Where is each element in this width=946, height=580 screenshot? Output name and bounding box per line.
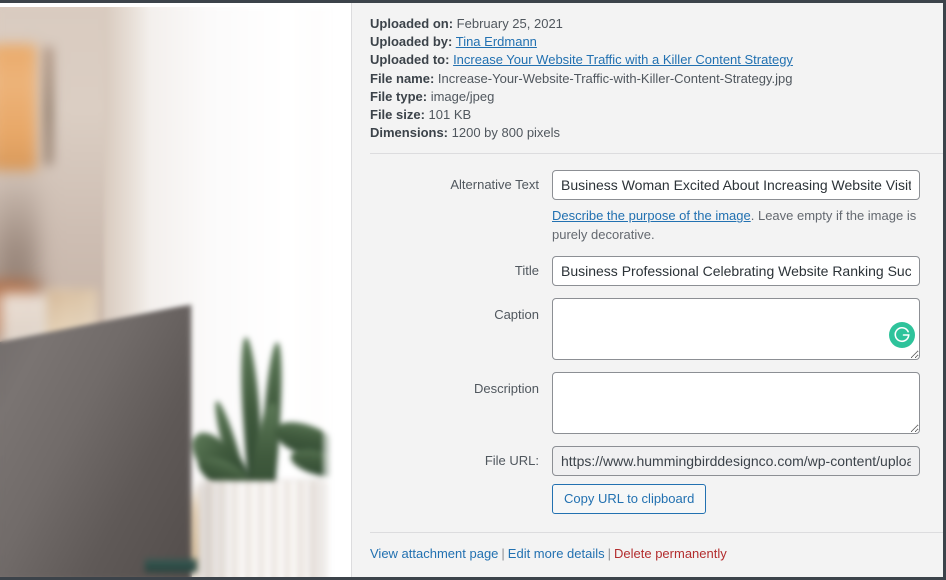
- view-attachment-page-link[interactable]: View attachment page: [370, 546, 498, 561]
- action-separator: |: [501, 546, 505, 562]
- attachment-details-pane: Uploaded on: February 25, 2021 Uploaded …: [352, 3, 943, 577]
- attachment-fields-form: Alternative Text Describe the purpose of…: [370, 170, 931, 515]
- attachment-image: [0, 7, 337, 577]
- meta-label: Uploaded on:: [370, 16, 454, 31]
- meta-row-file-name: File name: Increase-Your-Website-Traffic…: [370, 70, 931, 88]
- alt-text-label: Alternative Text: [450, 177, 539, 193]
- file-url-input[interactable]: [552, 446, 920, 477]
- meta-row-file-type: File type: image/jpeg: [370, 88, 931, 106]
- meta-label: File size:: [370, 107, 425, 123]
- meta-label: File type:: [370, 88, 428, 104]
- meta-row-dimensions: Dimensions: 1200 by 800 pixels: [370, 124, 931, 142]
- edit-more-details-link[interactable]: Edit more details: [508, 546, 605, 561]
- action-separator: |: [607, 546, 612, 562]
- meta-value-file-type: image/jpeg: [430, 88, 495, 104]
- delete-permanently-link[interactable]: Delete permanently: [614, 546, 727, 561]
- title-label: Title: [514, 263, 539, 279]
- attachment-preview-pane: [0, 3, 352, 577]
- meta-label: Uploaded to:: [370, 52, 450, 68]
- file-url-label: File URL:: [484, 453, 539, 469]
- caption-textarea[interactable]: [552, 298, 920, 361]
- caption-label: Caption: [494, 307, 539, 323]
- field-row-title: Title: [370, 256, 931, 287]
- title-input[interactable]: [552, 256, 920, 287]
- field-row-alt-text: Alternative Text Describe the purpose of…: [370, 170, 931, 244]
- meta-value-file-name: Increase-Your-Website-Traffic-with-Kille…: [437, 70, 793, 86]
- attachment-metadata: Uploaded on: February 25, 2021 Uploaded …: [370, 15, 931, 142]
- alt-text-input[interactable]: [552, 170, 920, 201]
- meta-value-dimensions: 1200 by 800 pixels: [451, 125, 561, 141]
- describe-purpose-link[interactable]: Describe the purpose of the image: [552, 208, 751, 223]
- footer-divider: [370, 532, 943, 534]
- meta-value-file-size: 101 KB: [428, 107, 472, 123]
- meta-label: Uploaded by:: [370, 34, 453, 50]
- uploaded-to-link[interactable]: Increase Your Website Traffic with a Kil…: [453, 52, 793, 67]
- field-row-description: Description: [370, 372, 931, 435]
- meta-label: Dimensions:: [370, 125, 449, 141]
- alt-text-help: Describe the purpose of the image. Leave…: [552, 206, 920, 244]
- meta-row-file-size: File size: 101 KB: [370, 106, 931, 124]
- copy-url-button[interactable]: Copy URL to clipboard: [552, 484, 707, 515]
- metadata-divider: [370, 153, 943, 155]
- meta-value-uploaded-on: February 25, 2021: [456, 16, 563, 31]
- meta-label: File name:: [370, 70, 435, 86]
- description-label: Description: [473, 381, 539, 397]
- field-row-file-url: File URL: Copy URL to clipboard: [370, 446, 931, 515]
- meta-row-uploaded-to: Uploaded to: Increase Your Website Traff…: [370, 51, 931, 69]
- description-textarea[interactable]: [552, 372, 920, 435]
- field-row-caption: Caption: [370, 298, 931, 361]
- meta-row-uploaded-by: Uploaded by: Tina Erdmann: [370, 33, 931, 51]
- meta-row-uploaded-on: Uploaded on: February 25, 2021: [370, 15, 931, 33]
- uploaded-by-link[interactable]: Tina Erdmann: [456, 34, 537, 49]
- attachment-details-modal: Uploaded on: February 25, 2021 Uploaded …: [0, 0, 946, 580]
- attachment-actions: View attachment page | Edit more details | D…: [370, 546, 931, 561]
